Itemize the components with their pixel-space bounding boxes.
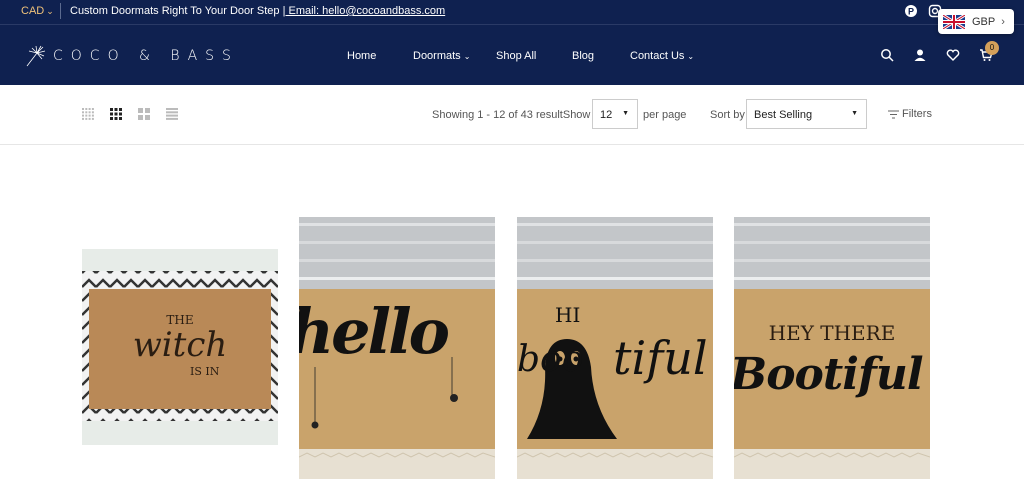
filters-label: Filters <box>902 108 932 120</box>
chevron-down-icon: ⌄ <box>687 52 695 61</box>
sort-select[interactable]: Best Selling ▼ <box>746 99 867 129</box>
mat-text-line2: boo <box>517 339 584 380</box>
nav-home[interactable]: Home <box>347 50 376 62</box>
announcement-message: Custom Doormats Right To Your Door Step <box>70 5 280 17</box>
mat-text-line3: IS IN <box>190 365 220 378</box>
palm-leaf-icon <box>26 45 46 67</box>
heart-icon[interactable] <box>946 48 960 62</box>
nav-contact-label: Contact Us <box>630 50 685 62</box>
user-icon[interactable] <box>913 48 927 62</box>
nav-doormats-label: Doormats <box>413 50 461 62</box>
product-card-hello[interactable]: hello <box>299 217 495 479</box>
brand-logo[interactable]: COCO & BASS <box>23 43 239 69</box>
logo-text: COCO & BASS <box>53 48 239 64</box>
sort-label: Sort by <box>710 109 745 121</box>
cart-count-badge: 0 <box>985 41 999 55</box>
per-page-label: per page <box>643 109 687 121</box>
mat-text-line1: HEY THERE <box>768 321 896 345</box>
results-count: Showing 1 - 12 of 43 resultShow <box>432 109 591 121</box>
caret-down-icon: ▼ <box>851 110 858 117</box>
search-icon[interactable] <box>880 48 894 62</box>
nav-contact[interactable]: Contact Us ⌄ <box>630 50 694 62</box>
currency-selector[interactable]: CAD ⌄ <box>21 5 54 17</box>
chevron-down-icon: ⌄ <box>46 6 54 16</box>
nav-blog[interactable]: Blog <box>572 50 594 62</box>
filters-button[interactable]: Filters <box>888 108 932 120</box>
svg-text:P: P <box>908 7 914 17</box>
nav-doormats[interactable]: Doormats ⌄ <box>413 50 470 62</box>
product-image <box>734 217 930 479</box>
sort-value: Best Selling <box>754 109 813 121</box>
grid-view-2-icon[interactable] <box>138 108 150 120</box>
nav-shop-all[interactable]: Shop All <box>496 50 536 62</box>
product-card-hi-bootiful[interactable]: HI boo tiful <box>517 217 713 479</box>
mat-text-line1: hello <box>299 295 450 368</box>
list-view-icon[interactable] <box>166 108 178 120</box>
divider <box>60 3 61 19</box>
mat-text-line3: tiful <box>613 331 708 385</box>
collection-toolbar: Showing 1 - 12 of 43 resultShow 12 ▼ per… <box>0 85 1024 145</box>
mat-text-line1: HI <box>555 303 581 327</box>
caret-down-icon: ▼ <box>622 110 629 117</box>
chevron-right-icon: › <box>1001 15 1005 28</box>
announcement-text: Custom Doormats Right To Your Door Step … <box>70 5 445 17</box>
currency-label: CAD <box>21 5 45 17</box>
main-header: COCO & BASS Home Doormats ⌄ Shop All Blog… <box>0 24 1024 85</box>
per-page-value: 12 <box>600 109 613 121</box>
mat-text-line2: Bootiful <box>734 349 924 400</box>
filter-icon <box>888 110 899 118</box>
uk-flag-icon <box>943 14 965 29</box>
chevron-down-icon: ⌄ <box>463 52 471 61</box>
email-link[interactable]: | Email: hello@cocoandbass.com <box>283 5 446 17</box>
product-card-witch[interactable]: THE witch IS IN <box>82 249 278 445</box>
mat-text-line2: witch <box>132 325 228 365</box>
announcement-bar: CAD ⌄ Custom Doormats Right To Your Door … <box>0 0 1024 24</box>
grid-view-5-icon[interactable] <box>82 108 94 120</box>
currency-switcher[interactable]: GBP › <box>938 9 1014 34</box>
pinterest-icon[interactable]: P <box>904 4 918 18</box>
currency-switcher-label: GBP <box>972 15 996 28</box>
grid-view-4-icon[interactable] <box>110 108 122 120</box>
product-card-hey-there-bootiful[interactable]: HEY THERE Bootiful <box>734 217 930 479</box>
per-page-select[interactable]: 12 ▼ <box>592 99 638 129</box>
